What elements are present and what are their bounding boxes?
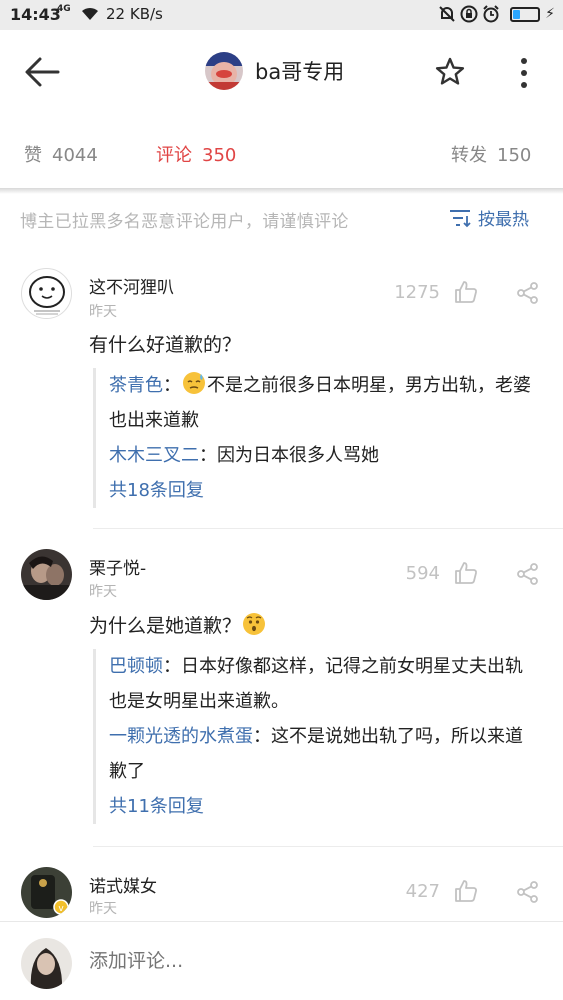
tab-reposts[interactable]: 转发 150 [451, 141, 531, 167]
thumb-up-icon[interactable] [454, 280, 478, 304]
view-more-replies-link[interactable]: 共11条回复 [109, 789, 533, 824]
reply-author[interactable]: 茶青色 [109, 375, 163, 396]
reply-item: 巴顿顿：日本好像都这样，记得之前女明星丈夫出轨也是女明星出来道歉。 [109, 656, 523, 712]
reply-item: 木木三叉二：因为日本很多人骂她 [109, 445, 379, 466]
status-time: 14:43 [10, 5, 61, 24]
comment-divider [93, 846, 563, 847]
comment-divider [93, 528, 563, 529]
reply-author[interactable]: 一颗光透的水煮蛋 [109, 726, 253, 747]
reply-text: 日本好像都这样，记得之前女明星丈夫出轨也是女明星出来道歉。 [109, 656, 523, 712]
sort-icon [450, 209, 471, 227]
status-bar: 14:43 4G 22 KB/s ⚡ [0, 0, 563, 30]
tab-likes[interactable]: 赞 4044 [24, 141, 98, 167]
post-author[interactable]: ba哥专用 [205, 52, 344, 90]
commenter-avatar[interactable]: v [21, 867, 72, 918]
likes-label: 赞 [24, 145, 42, 166]
add-comment-input[interactable] [89, 950, 509, 972]
battery-icon [510, 6, 541, 22]
network-speed: 22 KB/s [106, 5, 163, 23]
commenter-name[interactable]: 这不河狸叭 [89, 273, 174, 298]
mute-bell-icon [439, 6, 455, 22]
page-title: ba哥专用 [255, 60, 345, 84]
reply-thread[interactable]: 巴顿顿：日本好像都这样，记得之前女明星丈夫出轨也是女明星出来道歉。 一颗光透的水… [93, 649, 533, 824]
comments-label: 评论 [156, 145, 192, 166]
commenter-name[interactable]: 诺式媒女 [89, 872, 157, 897]
sort-label: 按最热 [478, 210, 529, 230]
reposts-count: 150 [497, 145, 532, 166]
reply-author[interactable]: 巴顿顿 [109, 656, 163, 677]
back-arrow-icon[interactable] [22, 54, 62, 90]
thumb-up-icon[interactable] [454, 561, 478, 585]
surprised-emoji-icon [243, 613, 266, 635]
alarm-icon [483, 5, 499, 23]
commenter-avatar[interactable] [21, 549, 72, 600]
divider-shadow [0, 188, 563, 194]
lock-icon [460, 5, 478, 23]
more-vert-icon[interactable] [514, 56, 534, 90]
charging-icon: ⚡ [545, 6, 555, 22]
comment-time: 昨天 [89, 901, 117, 917]
like-count: 594 [405, 563, 440, 584]
thumb-up-icon[interactable] [454, 879, 478, 903]
reply-item: 一颗光透的水煮蛋：这不是说她出轨了吗，所以来道歉了 [109, 726, 523, 782]
comment-text: 为什么是她道歉？ [89, 611, 267, 638]
status-icons: ⚡ [438, 5, 555, 23]
share-icon[interactable] [517, 881, 539, 903]
comment-text-body: 为什么是她道歉？ [89, 615, 242, 637]
share-icon[interactable] [517, 563, 539, 585]
commenter-avatar[interactable] [21, 268, 72, 319]
comment-notice: 博主已拉黑多名恶意评论用户，请谨慎评论 [20, 212, 349, 232]
comment-text: 有什么好道歉的？ [89, 334, 242, 356]
comment-time: 昨天 [89, 304, 117, 320]
commenter-name[interactable]: 栗子悦- [89, 554, 146, 579]
like-count: 427 [405, 881, 440, 902]
network-indicator: 4G [57, 4, 71, 14]
like-count: 1275 [394, 282, 440, 303]
sweat-emoji-icon [183, 372, 205, 394]
stats-bar: 赞 4044 评论 350 转发 150 [0, 116, 563, 190]
view-more-replies-link[interactable]: 共18条回复 [109, 473, 533, 508]
comment-time: 昨天 [89, 584, 117, 600]
top-bar: ba哥专用 [0, 30, 563, 116]
wifi-icon [82, 7, 98, 20]
comment-input-bar [0, 921, 563, 1000]
reply-thread[interactable]: 茶青色： 不是之前很多日本明星，男方出轨，老婆也出来道歉 木木三叉二：因为日本很多… [93, 368, 533, 508]
sort-button[interactable]: 按最热 [448, 205, 529, 230]
author-avatar [205, 52, 243, 90]
reposts-label: 转发 [451, 145, 487, 166]
comments-count: 350 [202, 145, 237, 166]
reply-author[interactable]: 木木三叉二 [109, 445, 199, 466]
share-icon[interactable] [517, 282, 539, 304]
svg-text:v: v [58, 904, 64, 914]
likes-count: 4044 [52, 145, 98, 166]
reply-text: 因为日本很多人骂她 [217, 445, 379, 466]
my-avatar [21, 938, 72, 989]
reply-item: 茶青色： 不是之前很多日本明星，男方出轨，老婆也出来道歉 [109, 368, 533, 438]
star-icon[interactable] [434, 56, 466, 88]
reply-text: 不是之前很多日本明星，男方出轨，老婆也出来道歉 [109, 375, 531, 431]
